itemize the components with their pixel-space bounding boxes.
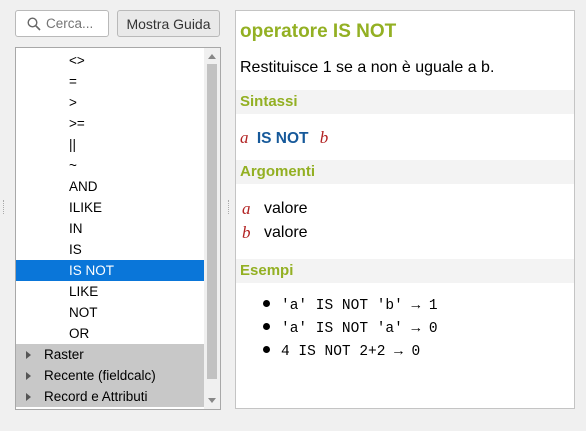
syntax-section-header: Sintassi: [236, 90, 574, 114]
tree-group[interactable]: Recente (fieldcalc): [16, 365, 204, 386]
help-panel: operatore IS NOT Restituisce 1 se a non …: [235, 10, 575, 409]
tree-group-label: Recente (fieldcalc): [44, 368, 156, 383]
tree-item-label: LIKE: [69, 284, 99, 299]
scroll-up-icon[interactable]: [208, 54, 216, 59]
tree-item-label: >=: [69, 116, 85, 131]
tree-group-label: Record e Attributi: [44, 389, 148, 404]
tree-item[interactable]: OR: [16, 323, 204, 344]
syntax-line: a IS NOT b: [240, 128, 328, 148]
examples-section-header: Esempi: [236, 259, 574, 283]
examples-heading: Esempi: [240, 262, 294, 279]
tree-item-label: ILIKE: [69, 200, 103, 215]
function-tree[interactable]: <> = > >= || ~ AND ILIKE IN IS IS NOT LIKE NOT OR Rast…: [15, 47, 221, 410]
argument-row-b: b valore: [242, 223, 308, 243]
tree-item-label: <>: [69, 53, 85, 68]
argument-row-a: a valore: [242, 199, 308, 219]
tree-item-label: AND: [69, 179, 98, 194]
tree-item-label: IS NOT: [69, 263, 115, 278]
syntax-operator: IS NOT: [256, 130, 309, 147]
scrollbar-thumb[interactable]: [207, 64, 217, 379]
help-title: operatore IS NOT: [240, 21, 397, 42]
splitter-handle-middle[interactable]: [228, 200, 232, 214]
tree-group-label: Raster: [44, 347, 84, 362]
search-input[interactable]: [46, 15, 106, 32]
tree-item-label: NOT: [69, 305, 98, 320]
tree-item[interactable]: ~: [16, 155, 204, 176]
tree-group[interactable]: Raster: [16, 344, 204, 365]
tree-item[interactable]: AND: [16, 176, 204, 197]
bullet-icon: [263, 323, 270, 330]
scroll-down-icon[interactable]: [208, 398, 216, 403]
syntax-heading: Sintassi: [240, 93, 298, 110]
syntax-arg-b: b: [319, 128, 329, 147]
argument-desc: valore: [264, 224, 308, 241]
tree-item-label: IN: [69, 221, 83, 236]
tree-item-label: ~: [69, 158, 77, 173]
tree-item[interactable]: IS NOT: [16, 260, 204, 281]
tree-item[interactable]: LIKE: [16, 281, 204, 302]
tree-item[interactable]: <>: [16, 50, 204, 71]
tree-scrollbar[interactable]: [204, 48, 220, 409]
tree-item-label: IS: [69, 242, 82, 257]
expand-arrow-icon[interactable]: [26, 372, 31, 380]
argument-name: b: [242, 223, 251, 242]
tree-item[interactable]: ILIKE: [16, 197, 204, 218]
search-icon: [27, 17, 41, 31]
tree-item[interactable]: IS: [16, 239, 204, 260]
expand-arrow-icon[interactable]: [26, 351, 31, 359]
show-help-button[interactable]: Mostra Guida: [117, 10, 220, 37]
search-box[interactable]: [15, 10, 109, 37]
arguments-heading: Argomenti: [240, 163, 315, 180]
tree-group[interactable]: Record e Attributi: [16, 386, 204, 407]
tree-item[interactable]: >=: [16, 113, 204, 134]
splitter-handle-left[interactable]: [3, 200, 7, 214]
tree-item[interactable]: =: [16, 71, 204, 92]
tree-item[interactable]: >: [16, 92, 204, 113]
syntax-arg-a: a: [240, 128, 249, 147]
argument-name: a: [242, 199, 251, 218]
argument-desc: valore: [264, 200, 308, 217]
bullet-icon: [263, 300, 270, 307]
tree-item[interactable]: ||: [16, 134, 204, 155]
bullet-icon: [263, 346, 270, 353]
tree-item[interactable]: IN: [16, 218, 204, 239]
help-description: Restituisce 1 se a non è uguale a b.: [240, 59, 495, 76]
expand-arrow-icon[interactable]: [26, 393, 31, 401]
tree-item-label: ||: [69, 137, 77, 152]
tree-item[interactable]: NOT: [16, 302, 204, 323]
tree-item-label: =: [69, 74, 77, 89]
tree-item-label: OR: [69, 326, 90, 341]
arguments-section-header: Argomenti: [236, 160, 574, 184]
tree-item-label: >: [69, 95, 77, 110]
